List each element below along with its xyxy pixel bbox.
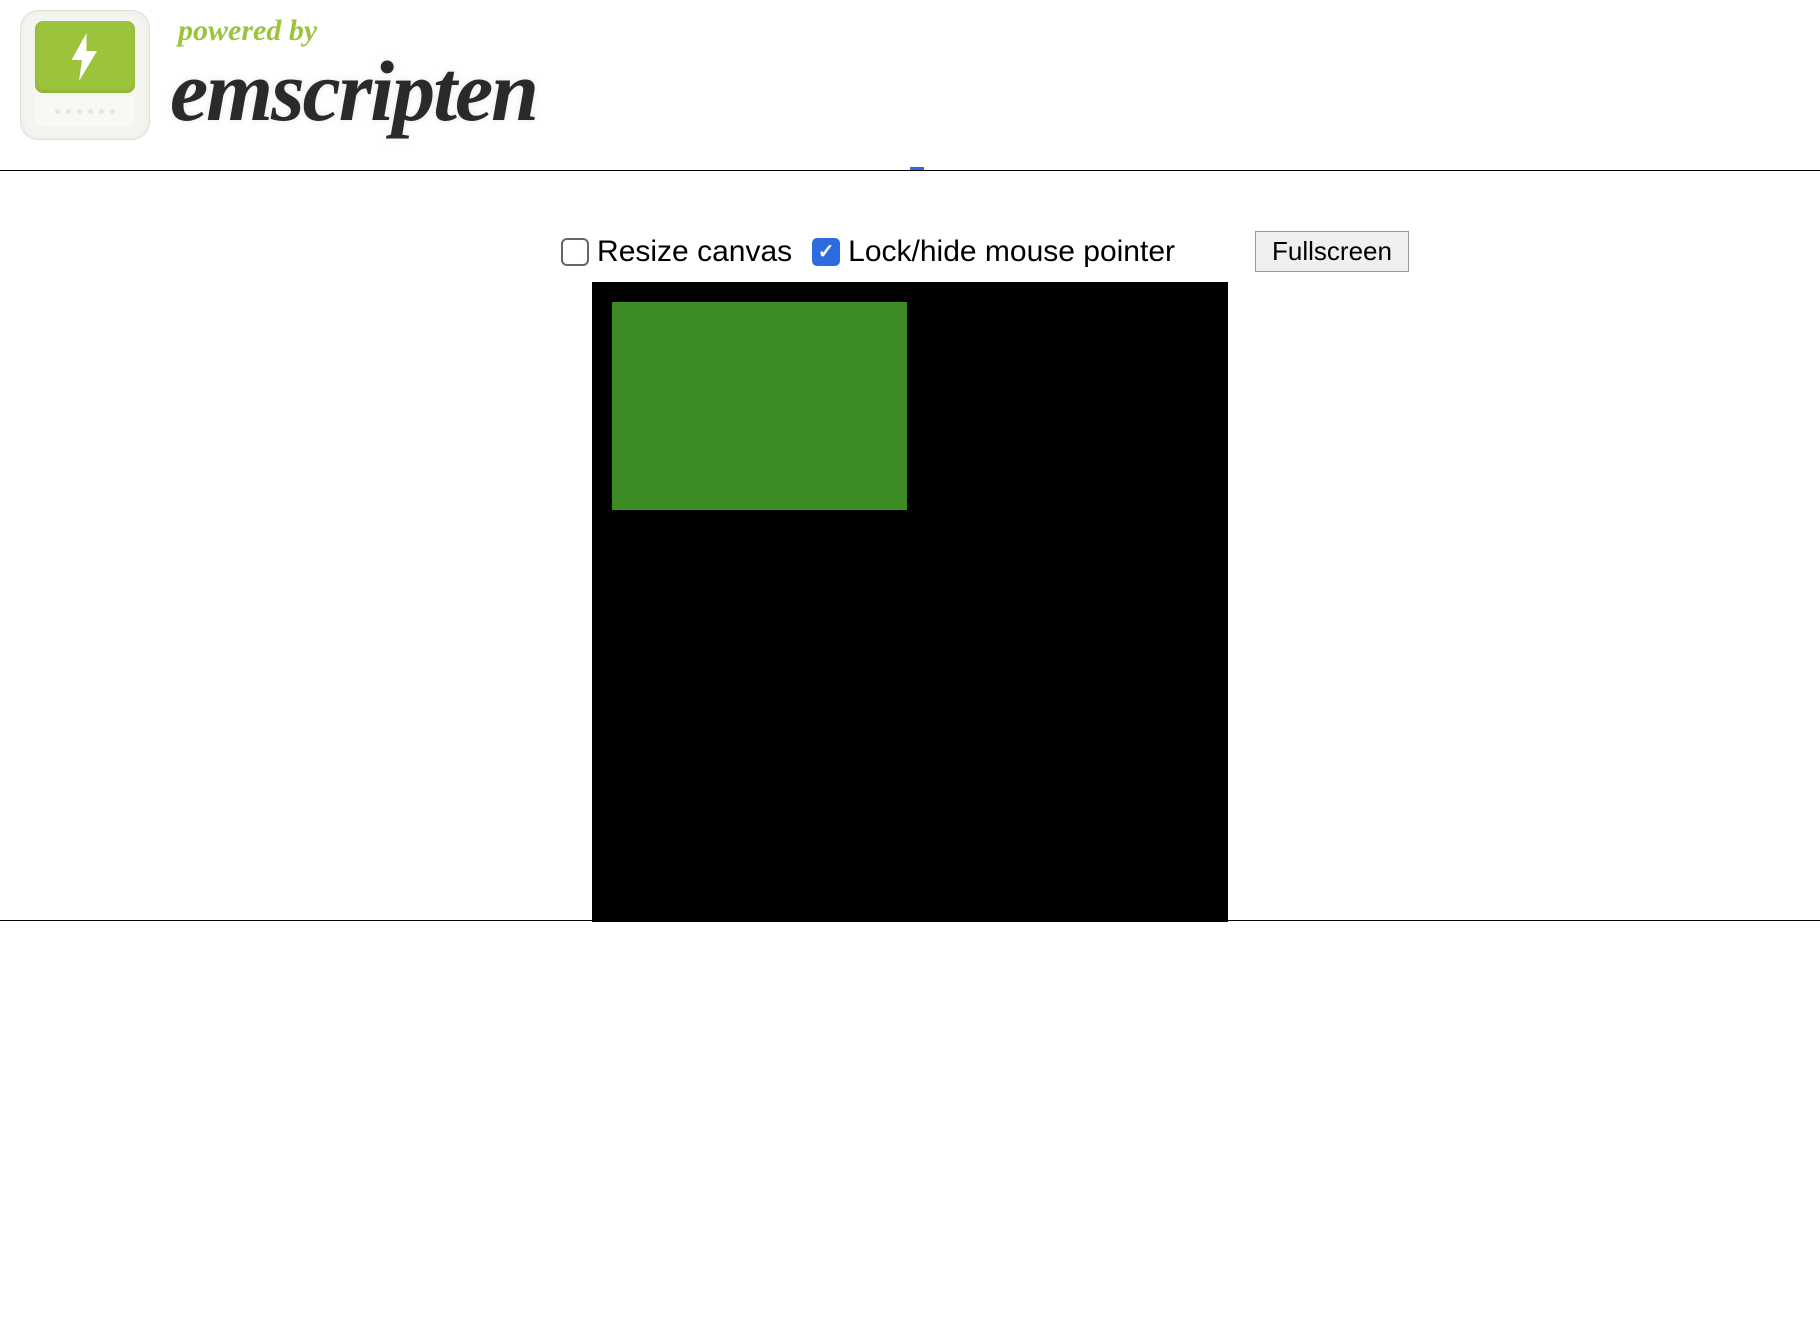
lock-pointer-control[interactable]: ✓ Lock/hide mouse pointer: [812, 235, 1175, 269]
canvas-container: [0, 282, 1820, 922]
emscripten-canvas[interactable]: [592, 282, 1228, 922]
resize-canvas-label: Resize canvas: [597, 235, 792, 269]
brand-text: powered by emscripten: [170, 16, 537, 134]
rendered-rectangle: [612, 302, 907, 510]
resize-canvas-control[interactable]: Resize canvas: [561, 235, 792, 269]
fullscreen-button[interactable]: Fullscreen: [1255, 231, 1409, 272]
header-divider: [0, 170, 1820, 171]
bottom-divider: [0, 920, 1820, 921]
header: powered by emscripten: [0, 0, 1820, 140]
lock-pointer-checkbox[interactable]: ✓: [812, 238, 840, 266]
logo-badge: [35, 21, 135, 93]
powered-by-label: powered by: [178, 16, 537, 46]
brand-name: emscripten: [170, 48, 537, 134]
emscripten-logo-icon: [20, 10, 150, 140]
controls-row: Resize canvas ✓ Lock/hide mouse pointer …: [0, 231, 1820, 272]
lightning-bolt-icon: [67, 32, 103, 82]
logo-base: [35, 96, 135, 126]
lock-pointer-label: Lock/hide mouse pointer: [848, 235, 1175, 269]
progress-indicator: [910, 167, 924, 170]
resize-canvas-checkbox[interactable]: [561, 238, 589, 266]
